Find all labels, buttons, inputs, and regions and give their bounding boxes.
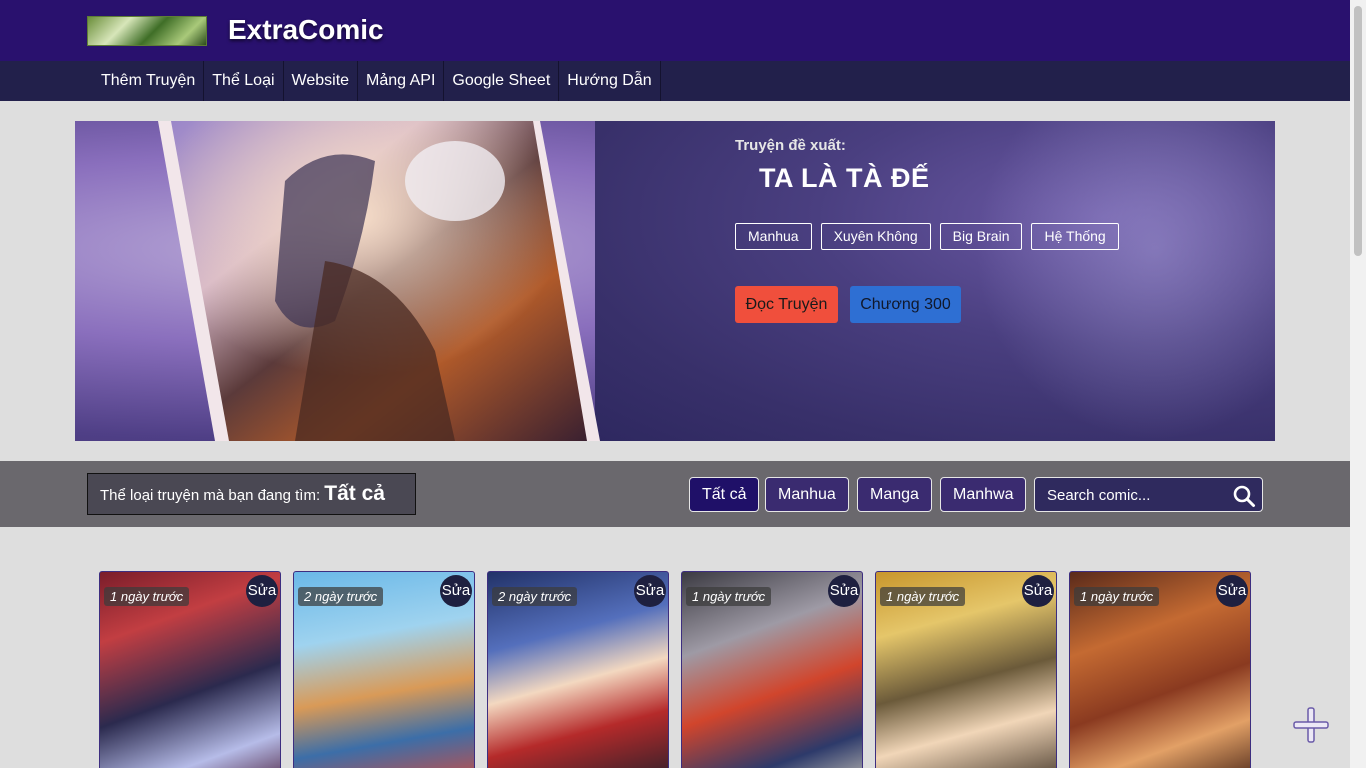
comic-card[interactable]: 1 ngày trước Sửa bbox=[681, 571, 863, 768]
search-icon[interactable] bbox=[1232, 484, 1256, 508]
edit-button[interactable]: Sửa bbox=[246, 575, 278, 607]
latest-chapter-button[interactable]: Chương 300 bbox=[850, 286, 961, 323]
read-comic-button[interactable]: Đọc Truyện bbox=[735, 286, 838, 323]
comic-grid: 1 ngày trước Sửa 2 ngày trước Sửa 2 ngày… bbox=[99, 571, 1251, 768]
nav-item-google-sheet[interactable]: Google Sheet bbox=[444, 61, 560, 101]
nav-item-huong-dan[interactable]: Hướng Dẫn bbox=[559, 61, 661, 101]
edit-button[interactable]: Sửa bbox=[634, 575, 666, 607]
tag-big-brain[interactable]: Big Brain bbox=[939, 223, 1023, 250]
edit-button[interactable]: Sửa bbox=[828, 575, 860, 607]
tag-xuyen-khong[interactable]: Xuyên Không bbox=[820, 223, 931, 250]
site-brand[interactable]: ExtraComic bbox=[228, 14, 384, 46]
filter-bar: Thể loại truyện mà bạn đang tìm: Tất cả … bbox=[0, 461, 1350, 527]
tag-he-thong[interactable]: Hệ Thống bbox=[1031, 223, 1119, 250]
edit-button[interactable]: Sửa bbox=[1022, 575, 1054, 607]
featured-tags: Manhua Xuyên Không Big Brain Hệ Thống bbox=[735, 223, 1119, 250]
comic-updated-time: 2 ngày trước bbox=[298, 587, 384, 606]
site-logo[interactable] bbox=[87, 16, 207, 46]
search-input[interactable]: Search comic... bbox=[1034, 477, 1263, 512]
comic-updated-time: 1 ngày trước bbox=[880, 587, 966, 606]
featured-cover[interactable] bbox=[75, 121, 1275, 441]
comic-card[interactable]: 2 ngày trước Sửa bbox=[293, 571, 475, 768]
comic-updated-time: 1 ngày trước bbox=[686, 587, 772, 606]
main-nav: Thêm Truyện Thể Loại Website Mảng API Go… bbox=[0, 61, 1350, 101]
current-genre-box: Thể loại truyện mà bạn đang tìm: Tất cả bbox=[87, 473, 416, 515]
scrollbar-thumb[interactable] bbox=[1354, 6, 1362, 256]
plus-icon[interactable] bbox=[1291, 705, 1331, 745]
edit-button[interactable]: Sửa bbox=[440, 575, 472, 607]
nav-item-website[interactable]: Website bbox=[284, 61, 359, 101]
featured-banner: Truyện đề xuất: TA LÀ TÀ ĐẾ Manhua Xuyên… bbox=[75, 121, 1275, 441]
nav-item-the-loai[interactable]: Thể Loại bbox=[204, 61, 284, 101]
filter-manga-button[interactable]: Manga bbox=[857, 477, 932, 512]
featured-label: Truyện đề xuất: bbox=[735, 137, 846, 154]
genre-prompt: Thể loại truyện mà bạn đang tìm: bbox=[100, 487, 321, 504]
search-placeholder: Search comic... bbox=[1047, 487, 1151, 504]
featured-title[interactable]: TA LÀ TÀ ĐẾ bbox=[759, 163, 929, 194]
tag-manhua[interactable]: Manhua bbox=[735, 223, 812, 250]
current-genre: Tất cả bbox=[324, 482, 385, 505]
comic-card[interactable]: 2 ngày trước Sửa bbox=[487, 571, 669, 768]
filter-all-button[interactable]: Tất cả bbox=[689, 477, 760, 512]
nav-item-mang-api[interactable]: Mảng API bbox=[358, 61, 445, 101]
comic-card[interactable]: 1 ngày trước Sửa bbox=[875, 571, 1057, 768]
edit-button[interactable]: Sửa bbox=[1216, 575, 1248, 607]
comic-updated-time: 1 ngày trước bbox=[1074, 587, 1160, 606]
filter-manhwa-button[interactable]: Manhwa bbox=[940, 477, 1027, 512]
comic-updated-time: 2 ngày trước bbox=[492, 587, 578, 606]
top-header: ExtraComic bbox=[0, 0, 1350, 61]
comic-card[interactable]: 1 ngày trước Sửa bbox=[99, 571, 281, 768]
filter-manhua-button[interactable]: Manhua bbox=[765, 477, 849, 512]
comic-updated-time: 1 ngày trước bbox=[104, 587, 190, 606]
comic-card[interactable]: 1 ngày trước Sửa bbox=[1069, 571, 1251, 768]
nav-item-them-truyen[interactable]: Thêm Truyện bbox=[93, 61, 205, 101]
